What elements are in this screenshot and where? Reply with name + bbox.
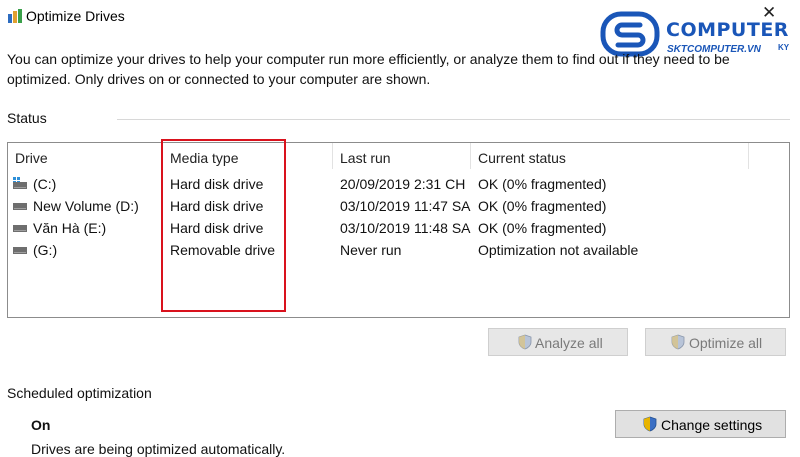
last-run: 03/10/2019 11:47 SA <box>340 198 471 214</box>
column-header-current-status[interactable]: Current status <box>478 150 566 166</box>
drives-list[interactable]: Drive Media type Last run Current status… <box>7 142 790 318</box>
current-status: OK (0% fragmented) <box>478 176 607 192</box>
drive-name: New Volume (D:) <box>33 198 139 214</box>
table-row[interactable]: Văn Hà (E:) Hard disk drive 03/10/2019 1… <box>8 217 788 239</box>
status-label: Status <box>7 110 47 126</box>
change-settings-label: Change settings <box>661 417 763 433</box>
current-status: OK (0% fragmented) <box>478 220 607 236</box>
column-header-drive[interactable]: Drive <box>15 150 48 166</box>
column-separator <box>332 143 333 169</box>
column-header-last-run[interactable]: Last run <box>340 150 391 166</box>
drive-name: (C:) <box>33 176 57 192</box>
last-run: Never run <box>340 242 402 258</box>
description-text: You can optimize your drives to help you… <box>7 51 730 87</box>
scheduled-optimization-label: Scheduled optimization <box>7 385 152 401</box>
table-row[interactable]: New Volume (D:) Hard disk drive 03/10/20… <box>8 195 788 217</box>
media-type-highlight-box <box>161 139 286 312</box>
optimize-all-label: Optimize all <box>689 335 763 351</box>
drive-name: Văn Hà (E:) <box>33 220 107 236</box>
column-separator <box>748 143 749 169</box>
uac-shield-icon <box>671 334 685 350</box>
hard-drive-icon <box>13 225 27 232</box>
last-run: 20/09/2019 2:31 CH <box>340 176 466 192</box>
analyze-all-button[interactable]: Analyze all <box>488 328 628 356</box>
table-row[interactable]: (C:) Hard disk drive 20/09/2019 2:31 CH … <box>8 173 788 195</box>
current-status: OK (0% fragmented) <box>478 198 607 214</box>
uac-shield-icon <box>518 334 532 350</box>
change-settings-button[interactable]: Change settings <box>615 410 786 438</box>
current-status: Optimization not available <box>478 242 639 258</box>
defrag-app-icon <box>8 9 22 23</box>
schedule-state: On <box>31 417 51 433</box>
uac-shield-icon <box>643 416 657 432</box>
drive-body-icon <box>13 182 27 189</box>
window-title: Optimize Drives <box>26 8 125 24</box>
logo-suffix: KY <box>778 43 790 52</box>
drive-name: (G:) <box>33 242 58 258</box>
status-divider <box>117 119 790 120</box>
removable-drive-icon <box>13 247 27 254</box>
analyze-all-label: Analyze all <box>535 335 603 351</box>
hard-drive-icon <box>13 203 27 210</box>
logo-brand: COMPUTER <box>666 19 789 41</box>
table-row[interactable]: (G:) Removable drive Never run Optimizat… <box>8 239 788 261</box>
optimize-all-button[interactable]: Optimize all <box>645 328 786 356</box>
column-separator <box>470 143 471 169</box>
schedule-detail: Drives are being optimized automatically… <box>31 441 286 457</box>
last-run: 03/10/2019 11:48 SA <box>340 220 471 236</box>
